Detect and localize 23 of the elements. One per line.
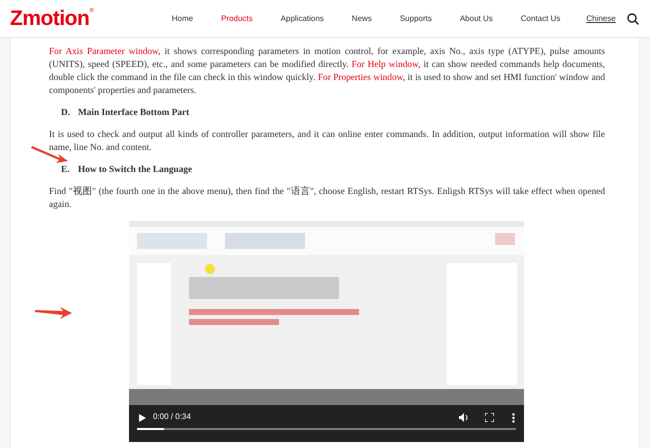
paragraph: It is used to check and output all kinds of controller parameters, and it can online enter commands. In addition, output information will show file name, line No. and content. (49, 129, 605, 155)
logo[interactable]: Zmotion (10, 8, 90, 29)
nav-link[interactable]: Products (207, 12, 267, 24)
more-icon[interactable] (512, 413, 515, 423)
section-heading: Main Interface Bottom Part (78, 107, 190, 120)
nav-link[interactable]: About Us (446, 12, 507, 24)
heading-marker: E. (61, 164, 71, 177)
volume-icon[interactable] (459, 413, 469, 422)
paragraph: Find "视图" (the fourth one in the above menu), then find the "语言", choose English, restart RTSys. Enligsh RTSys will take effect when opened again. (49, 186, 605, 212)
language-link[interactable]: Chinese (586, 12, 616, 24)
nav-link[interactable]: Contact Us (506, 12, 574, 24)
nav-link[interactable]: Applications (266, 12, 338, 24)
nav-link[interactable]: Supports (386, 12, 446, 24)
video-player[interactable]: 0:00 / 0:34 (129, 221, 524, 442)
section-heading: How to Switch the Language (78, 164, 192, 177)
nav-link[interactable]: Home (158, 12, 208, 24)
video-time: 0:00 / 0:34 (153, 412, 191, 422)
heading-marker: D. (61, 107, 72, 120)
nav-link[interactable]: News (338, 12, 386, 24)
fullscreen-icon[interactable] (485, 413, 494, 422)
play-icon[interactable] (139, 414, 146, 422)
paragraph: For Axis Parameter window, it shows corresponding parameters in motion control, for example, axis No., axis type (ATYPE), pulse amounts (UNITS), speed (SPEED), etc., and some parameters can be modified directly. For Help window, it can show needed commands help documents, double click the command in the file can check in this window quickly. For Properties window, it is used to show and set HMI function' window and components' properties and parameters. (49, 46, 605, 98)
search-icon[interactable] (626, 12, 639, 24)
